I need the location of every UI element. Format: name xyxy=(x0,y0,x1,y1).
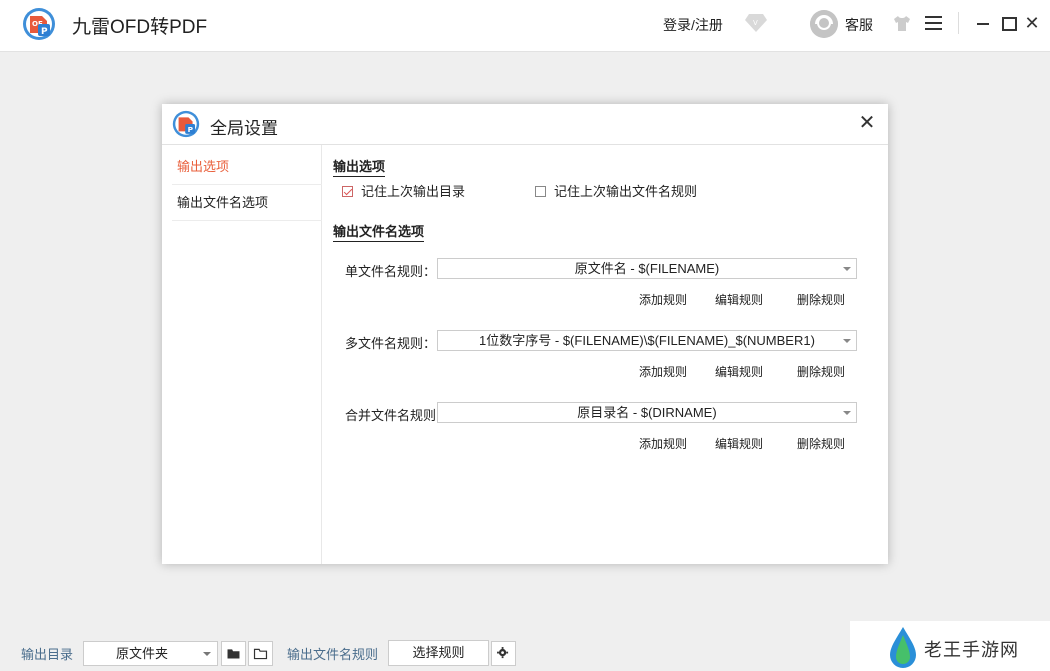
login-register-link[interactable]: 登录/注册 xyxy=(663,15,723,35)
folder-open-icon xyxy=(253,648,268,660)
dialog-main: 输出选项 记住上次输出目录 记住上次输出文件名规则 输出文件名选项 单文件名规则… xyxy=(323,145,888,564)
checkbox-checked[interactable] xyxy=(342,186,353,197)
edit-rule-button[interactable]: 编辑规则 xyxy=(715,291,763,308)
skin-shirt-icon[interactable] xyxy=(893,15,911,32)
svg-text:P: P xyxy=(41,27,48,37)
customer-service-label[interactable]: 客服 xyxy=(845,15,873,35)
remember-dir-label: 记住上次输出目录 xyxy=(361,184,466,199)
watermark-logo-icon xyxy=(890,627,916,668)
rule-settings-button[interactable] xyxy=(491,641,516,666)
choose-rule-button[interactable]: 选择规则 xyxy=(388,640,489,666)
merge-file-rule-value: 原目录名 - $(DIRNAME) xyxy=(577,405,717,420)
watermark: 老王手游网 xyxy=(850,621,1050,671)
chevron-down-icon xyxy=(843,411,851,415)
delete-rule-button[interactable]: 删除规则 xyxy=(797,291,845,308)
vip-diamond-icon[interactable]: V xyxy=(745,13,767,33)
chevron-down-icon xyxy=(203,652,211,656)
dialog-sidebar: 输出选项 输出文件名选项 xyxy=(162,145,322,564)
watermark-text: 老王手游网 xyxy=(924,640,1019,660)
output-options-title: 输出选项 xyxy=(333,156,386,177)
titlebar-divider xyxy=(958,12,959,34)
output-dir-value: 原文件夹 xyxy=(116,646,169,661)
delete-rule-button[interactable]: 删除规则 xyxy=(797,435,845,452)
multi-file-rule-label: 多文件名规则： xyxy=(345,336,437,351)
svg-text:V: V xyxy=(753,19,758,27)
add-rule-button[interactable]: 添加规则 xyxy=(639,291,687,308)
folder-icon xyxy=(227,649,240,659)
sidebar-item-output-options[interactable]: 输出选项 xyxy=(172,149,322,185)
edit-rule-button[interactable]: 编辑规则 xyxy=(715,435,763,452)
menu-icon[interactable] xyxy=(925,16,942,30)
delete-rule-button[interactable]: 删除规则 xyxy=(797,363,845,380)
browse-folder-button[interactable] xyxy=(248,641,273,666)
dialog-close-button[interactable]: ✕ xyxy=(856,112,878,134)
remember-rule-label: 记住上次输出文件名规则 xyxy=(554,184,698,199)
single-file-rule-select[interactable]: 原文件名 - $(FILENAME) xyxy=(437,258,857,279)
title-bar: OF P 九雷OFD转PDF 登录/注册 V 客服 ✕ xyxy=(0,0,1050,52)
app-logo-icon: OF P xyxy=(23,8,55,40)
dialog-logo-icon: P xyxy=(172,110,200,138)
remember-dir-checkbox[interactable]: 记住上次输出目录 xyxy=(342,184,465,200)
multi-file-rule-value: 1位数字序号 - $(FILENAME)\$(FILENAME)_$(NUMBE… xyxy=(479,333,815,348)
sidebar-item-filename-options[interactable]: 输出文件名选项 xyxy=(172,185,322,221)
svg-text:P: P xyxy=(188,125,194,134)
add-rule-button[interactable]: 添加规则 xyxy=(639,435,687,452)
output-dir-label: 输出目录 xyxy=(21,647,74,662)
merge-file-rule-label: 合并文件名规则： xyxy=(345,408,450,423)
gear-icon xyxy=(497,647,509,659)
minimize-button[interactable] xyxy=(973,12,993,34)
customer-service-icon xyxy=(810,10,838,38)
dialog-title: 全局设置 xyxy=(210,119,278,138)
maximize-button[interactable] xyxy=(998,12,1018,34)
merge-file-rule-select[interactable]: 原目录名 - $(DIRNAME) xyxy=(437,402,857,423)
open-folder-button[interactable] xyxy=(221,641,246,666)
output-dir-select[interactable]: 原文件夹 xyxy=(83,641,218,666)
global-settings-dialog: P 全局设置 ✕ 输出选项 输出文件名选项 输出选项 记住上次输出目录 记住上次… xyxy=(162,104,888,564)
edit-rule-button[interactable]: 编辑规则 xyxy=(715,363,763,380)
dialog-header: P 全局设置 ✕ xyxy=(162,104,888,145)
remember-rule-checkbox[interactable]: 记住上次输出文件名规则 xyxy=(535,184,697,200)
close-window-button[interactable]: ✕ xyxy=(1022,12,1042,34)
single-file-rule-value: 原文件名 - $(FILENAME) xyxy=(574,261,720,276)
app-title: 九雷OFD转PDF xyxy=(72,17,208,38)
chevron-down-icon xyxy=(843,339,851,343)
chevron-down-icon xyxy=(843,267,851,271)
add-rule-button[interactable]: 添加规则 xyxy=(639,363,687,380)
avatar[interactable] xyxy=(810,10,838,38)
multi-file-rule-select[interactable]: 1位数字序号 - $(FILENAME)\$(FILENAME)_$(NUMBE… xyxy=(437,330,857,351)
checkbox-unchecked[interactable] xyxy=(535,186,546,197)
filename-options-title: 输出文件名选项 xyxy=(333,221,425,242)
filename-rule-label: 输出文件名规则 xyxy=(287,647,379,662)
single-file-rule-label: 单文件名规则： xyxy=(345,264,437,279)
